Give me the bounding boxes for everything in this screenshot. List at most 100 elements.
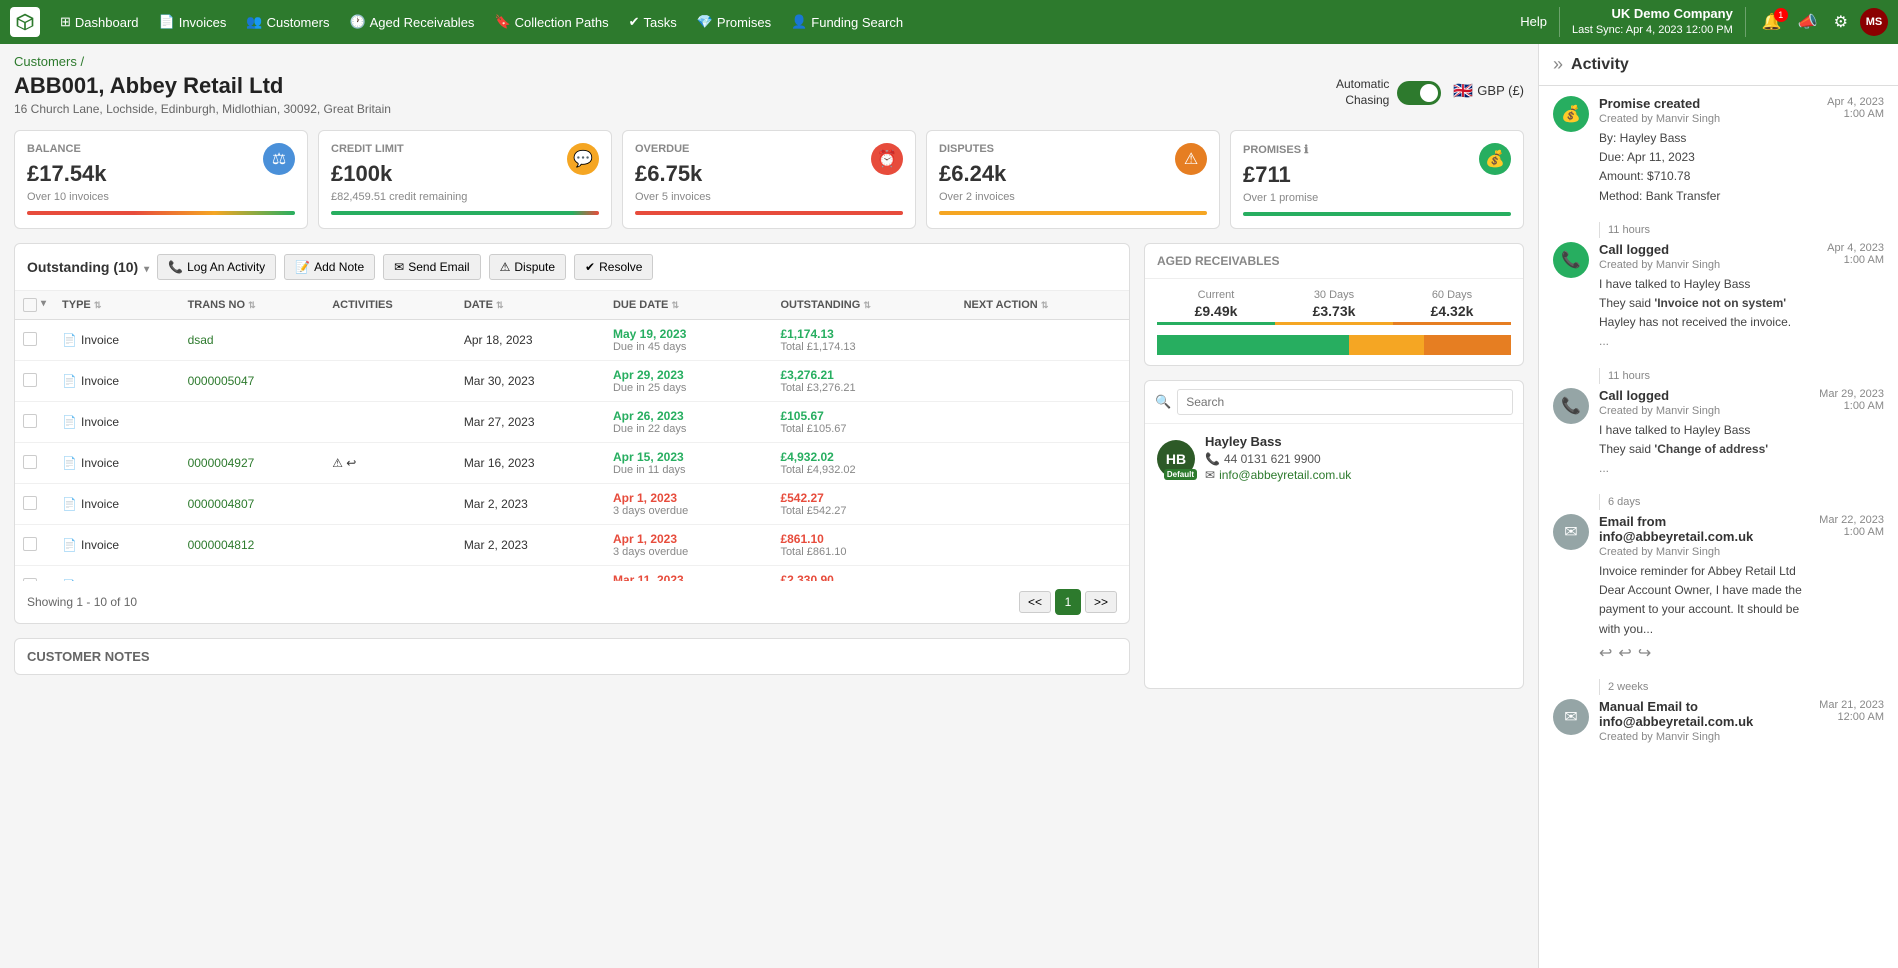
row-next-action xyxy=(956,484,1129,525)
outstanding-title: Outstanding (10) ▾ xyxy=(27,259,149,275)
activity-action-button[interactable]: ↪ xyxy=(1638,643,1651,663)
top-navigation: ⊞ Dashboard 📄 Invoices 👥 Customers 🕐 Age… xyxy=(0,0,1898,44)
disputes-icon: ⚠ xyxy=(1175,143,1207,175)
row-type: 📄Invoice xyxy=(54,525,180,566)
nav-links: ⊞ Dashboard 📄 Invoices 👥 Customers 🕐 Age… xyxy=(52,8,1520,36)
nav-divider2 xyxy=(1745,7,1746,37)
activity-action-button[interactable]: ↩ xyxy=(1618,643,1631,663)
row-checkbox[interactable] xyxy=(15,320,54,361)
select-dropdown[interactable]: ▾ xyxy=(41,298,46,312)
activity-text: Invoice reminder for Abbey Retail LtdDea… xyxy=(1599,562,1809,639)
promises-bar xyxy=(1243,212,1511,216)
row-outstanding: £2,330.90 Total £2,330.90 xyxy=(772,566,955,582)
col-type: TYPE ⇅ xyxy=(54,291,180,320)
row-checkbox[interactable] xyxy=(15,525,54,566)
log-icon: 📞 xyxy=(168,260,183,274)
row-checkbox[interactable] xyxy=(15,484,54,525)
aged-icon: 🕐 xyxy=(349,14,365,30)
row-checkbox[interactable] xyxy=(15,361,54,402)
help-link[interactable]: Help xyxy=(1520,14,1547,29)
log-activity-button[interactable]: 📞 Log An Activity xyxy=(157,254,276,280)
activity-item: ✉Manual Email to info@abbeyretail.com.uk… xyxy=(1553,699,1884,747)
row-outstanding: £542.27 Total £542.27 xyxy=(772,484,955,525)
nav-tasks[interactable]: ✔ Tasks xyxy=(621,8,685,36)
row-checkbox[interactable] xyxy=(15,566,54,582)
default-badge: Default xyxy=(1164,469,1197,480)
read-more-link[interactable]: ... xyxy=(1599,334,1609,348)
content-area: Customers / ABB001, Abbey Retail Ltd 16 … xyxy=(0,44,1538,968)
page-1-button[interactable]: 1 xyxy=(1055,589,1081,615)
row-due-date: Apr 29, 2023 Due in 25 days xyxy=(605,361,772,402)
current-underline xyxy=(1157,322,1275,325)
nav-promises[interactable]: 💎 Promises xyxy=(689,8,779,36)
customer-notes-box: CUSTOMER NOTES xyxy=(14,638,1130,675)
activity-date: Mar 21, 202312:00 AM xyxy=(1819,699,1884,723)
contacts-search-input[interactable] xyxy=(1177,389,1513,415)
activity-action-button[interactable]: ↩ xyxy=(1599,643,1612,663)
row-trans-no[interactable]: 0000004812 xyxy=(180,525,325,566)
days60-underline xyxy=(1393,322,1511,325)
nav-dashboard[interactable]: ⊞ Dashboard xyxy=(52,8,147,36)
table-row: 📄Invoice Mar 27, 2023 Apr 26, 2023 Due i… xyxy=(15,402,1129,443)
row-type: 📄Invoice xyxy=(54,484,180,525)
nav-aged-receivables[interactable]: 🕐 Aged Receivables xyxy=(341,8,482,36)
header-controls: Automatic Chasing 🇬🇧 GBP (£) xyxy=(1336,73,1524,108)
announcements-button[interactable]: 📣 xyxy=(1794,10,1822,34)
row-date: Apr 18, 2023 xyxy=(456,320,605,361)
row-checkbox[interactable] xyxy=(15,402,54,443)
nav-funding-search[interactable]: 👤 Funding Search xyxy=(783,8,911,36)
activity-item: 📞Call loggedCreated by Manvir SinghI hav… xyxy=(1553,242,1884,352)
page-controls: << 1 >> xyxy=(1019,589,1117,615)
customer-title: ABB001, Abbey Retail Ltd 16 Church Lane,… xyxy=(14,73,391,116)
row-date: Mar 30, 2023 xyxy=(456,361,605,402)
row-checkbox[interactable] xyxy=(15,443,54,484)
user-avatar[interactable]: MS xyxy=(1860,8,1888,36)
row-type: 📄Invoice xyxy=(54,566,180,582)
customers-breadcrumb-link[interactable]: Customers / xyxy=(14,54,84,69)
read-more-link[interactable]: ... xyxy=(1599,461,1609,475)
row-due-date: Mar 11, 2023 24 days overdue xyxy=(605,566,772,582)
add-note-button[interactable]: 📝 Add Note xyxy=(284,254,375,280)
contact-email[interactable]: ✉ info@abbeyretail.com.uk xyxy=(1205,468,1511,482)
send-email-button[interactable]: ✉ Send Email xyxy=(383,254,480,280)
row-date: Mar 2, 2023 xyxy=(456,525,605,566)
nav-invoices[interactable]: 📄 Invoices xyxy=(151,8,235,36)
row-next-action xyxy=(956,402,1129,443)
nav-customers[interactable]: 👥 Customers xyxy=(238,8,337,36)
resolve-button[interactable]: ✔ Resolve xyxy=(574,254,653,280)
table-row: 📄Invoice 0000005047 Mar 30, 2023 Apr 29,… xyxy=(15,361,1129,402)
prev-page-button[interactable]: << xyxy=(1019,591,1051,613)
row-trans-no[interactable]: 0000004656 xyxy=(180,566,325,582)
outstanding-dropdown-arrow[interactable]: ▾ xyxy=(144,264,149,275)
notifications-button[interactable]: 🔔 1 xyxy=(1758,10,1786,34)
row-type: 📄Invoice xyxy=(54,443,180,484)
currency-selector[interactable]: 🇬🇧 GBP (£) xyxy=(1453,81,1524,101)
row-outstanding: £4,932.02 Total £4,932.02 xyxy=(772,443,955,484)
row-date: Mar 2, 2023 xyxy=(456,484,605,525)
invoice-type-icon: 📄 xyxy=(62,456,77,470)
dispute-button[interactable]: ⚠ Dispute xyxy=(489,254,566,280)
next-page-button[interactable]: >> xyxy=(1085,591,1117,613)
row-date: Mar 27, 2023 xyxy=(456,402,605,443)
activity-header: » Activity xyxy=(1539,44,1898,86)
row-trans-no[interactable]: 0000004927 xyxy=(180,443,325,484)
activity-title: Promise created xyxy=(1599,96,1817,111)
row-trans-no[interactable]: dsad xyxy=(180,320,325,361)
activity-creator: Created by Manvir Singh xyxy=(1599,113,1817,125)
settings-button[interactable]: ⚙ xyxy=(1830,10,1852,34)
notif-badge: 1 xyxy=(1774,8,1788,22)
tasks-icon: ✔ xyxy=(629,14,640,30)
row-trans-no[interactable]: 0000004807 xyxy=(180,484,325,525)
nav-right: Help UK Demo Company Last Sync: Apr 4, 2… xyxy=(1520,5,1888,39)
row-trans-no[interactable]: 0000005047 xyxy=(180,361,325,402)
select-all-checkbox[interactable] xyxy=(23,298,37,312)
collapse-activity-button[interactable]: » xyxy=(1553,54,1563,75)
nav-collection-paths[interactable]: 🔖 Collection Paths xyxy=(486,8,616,36)
col-outstanding: OUTSTANDING ⇅ xyxy=(772,291,955,320)
table-row: 📄Invoice 0000004656 Feb 9, 2023 Mar 11, … xyxy=(15,566,1129,582)
activity-creator: Created by Manvir Singh xyxy=(1599,405,1809,417)
row-next-action xyxy=(956,566,1129,582)
auto-chasing-toggle[interactable] xyxy=(1397,81,1441,105)
row-trans-no[interactable] xyxy=(180,402,325,443)
customer-address: 16 Church Lane, Lochside, Edinburgh, Mid… xyxy=(14,102,391,116)
